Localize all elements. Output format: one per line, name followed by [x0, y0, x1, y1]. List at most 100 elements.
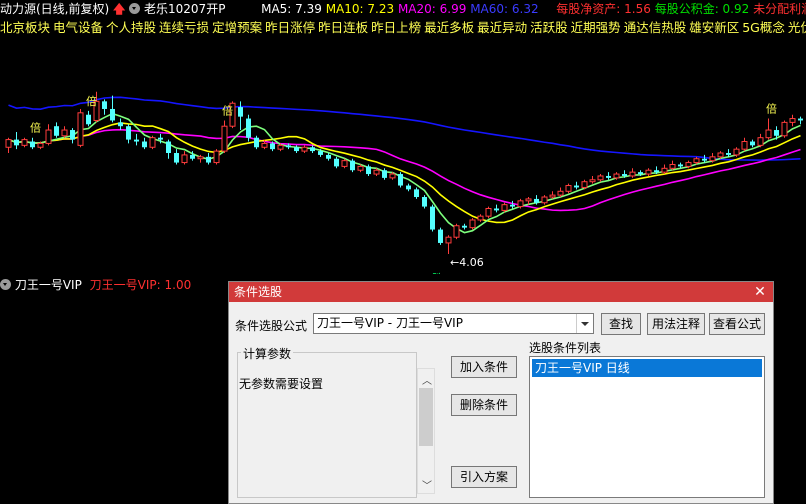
candle-body	[326, 154, 331, 159]
candle-body	[61, 129, 68, 137]
candle-body	[246, 118, 251, 138]
indicator-value: 刀王一号VIP: 1.00	[89, 278, 192, 292]
candle-body	[549, 194, 556, 198]
sector-tag[interactable]: 最近多板	[424, 20, 474, 35]
close-icon[interactable]: ✕	[747, 282, 773, 302]
candle-body	[422, 197, 427, 207]
ma20-readout: MA20: 6.99	[397, 2, 467, 16]
candle-body	[158, 137, 163, 140]
dropdown-icon[interactable]	[129, 3, 141, 14]
sector-tag[interactable]: 活跃股	[530, 20, 568, 35]
candle-body	[221, 125, 228, 152]
candle-body	[197, 156, 204, 160]
signal-marker: 倍	[86, 94, 97, 108]
candle-body	[5, 139, 12, 148]
candle-body	[54, 126, 59, 136]
candle-body	[350, 160, 355, 171]
params-group	[237, 352, 417, 498]
view-formula-button[interactable]: 查看公式	[709, 313, 765, 335]
sector-tag[interactable]: 连续亏损	[159, 20, 209, 35]
candle-body	[606, 175, 611, 178]
ma60-readout: MA60: 6.32	[470, 2, 539, 16]
list-item[interactable]: 刀王一号VIP 日线	[532, 359, 762, 377]
candle-body	[510, 204, 515, 207]
candle-body	[310, 147, 315, 152]
candle-body	[638, 172, 643, 175]
indicator-name: 刀王一号VIP	[14, 278, 82, 292]
sector-tag[interactable]: 电气设备	[53, 20, 103, 35]
sector-tag[interactable]: 个人持股	[106, 20, 156, 35]
candle-body	[741, 141, 748, 150]
sector-tag[interactable]: 昨日涨停	[265, 20, 315, 35]
sector-tag[interactable]: 5G概念	[742, 20, 785, 35]
candle-body	[406, 185, 411, 190]
formula-select[interactable]: 刀王一号VIP - 刀王一号VIP	[313, 313, 594, 334]
candle-body	[622, 174, 627, 176]
candle-body	[685, 162, 692, 167]
search-button[interactable]: 查找	[601, 313, 641, 335]
sector-tag[interactable]: 定增预案	[212, 20, 262, 35]
candle-body	[118, 122, 123, 127]
add-condition-button[interactable]: 加入条件	[451, 356, 517, 378]
ma5-readout: MA5: 7.39	[261, 2, 322, 16]
candle-body	[21, 139, 28, 146]
candle-body	[789, 118, 796, 123]
sector-tag[interactable]: 昨日上榜	[371, 20, 421, 35]
candle-body	[501, 204, 508, 211]
ma20-line	[8, 128, 801, 212]
ma10-readout: MA10: 7.23	[325, 2, 395, 16]
drop-marker: 跌	[432, 271, 443, 274]
candle-body	[469, 219, 476, 229]
candle-body	[142, 141, 147, 148]
reserve-readout: 每股公积金: 0.92	[654, 2, 750, 16]
candle-body	[781, 121, 788, 137]
sector-tag[interactable]: 光伏	[788, 20, 806, 35]
chevron-down-icon[interactable]	[576, 314, 593, 333]
candle-body	[757, 137, 764, 146]
candle-body	[238, 107, 243, 117]
sector-tag[interactable]: 北京板块	[0, 20, 50, 35]
params-scrollbar[interactable]: ︿ ﹀	[417, 368, 435, 494]
candle-body	[190, 154, 195, 159]
candle-body	[166, 141, 171, 153]
signal-marker: 倍	[222, 103, 233, 117]
candle-body	[726, 153, 731, 155]
sector-tags: 北京板块 电气设备 个人持股 连续亏损 定增预案 昨日涨停 昨日连板 昨日上榜 最近多板 最近异动…	[0, 19, 806, 37]
sector-tag[interactable]: 通达信热股	[624, 20, 687, 35]
sector-tag[interactable]: 雄安新区	[689, 20, 739, 35]
candle-body	[174, 153, 179, 163]
candlestick-chart[interactable]: 倍倍倍倍←4.06跌	[0, 36, 806, 274]
condition-list[interactable]: 刀王一号VIP 日线	[529, 356, 765, 498]
formula-label: 条件选股公式	[235, 319, 308, 333]
sector-tag[interactable]: 最近异动	[477, 20, 527, 35]
candle-body	[414, 189, 419, 198]
candle-body	[613, 173, 620, 179]
candle-body	[517, 200, 524, 208]
sector-tag[interactable]: 昨日连板	[318, 20, 368, 35]
candle-body	[373, 169, 380, 175]
scroll-thumb[interactable]	[419, 388, 433, 446]
candle-body	[30, 141, 35, 148]
candle-body	[477, 215, 484, 221]
candle-body	[525, 198, 532, 202]
candle-body	[750, 141, 755, 146]
chevron-up-icon[interactable]: ︿	[422, 372, 432, 387]
profit-readout: 未分配利润: -0.40	[753, 2, 806, 16]
dropdown-icon[interactable]	[0, 279, 11, 290]
candle-body	[357, 165, 364, 171]
candle-body	[733, 148, 740, 156]
chevron-down-icon[interactable]: ﹀	[422, 477, 432, 492]
candle-body	[341, 160, 348, 167]
chart-title: 动力源(日线,前复权)	[0, 2, 110, 16]
chart-info-bar: 动力源(日线,前复权) 🡅 老乐10207开P MA5: 7.39 MA10: …	[0, 0, 806, 18]
delete-condition-button[interactable]: 删除条件	[451, 394, 517, 416]
sector-tag[interactable]: 近期强势	[571, 20, 621, 35]
candle-body	[654, 170, 659, 173]
dialog-titlebar[interactable]: 条件选股 ✕	[229, 282, 773, 302]
candle-body	[485, 208, 492, 217]
import-scheme-button[interactable]: 引入方案	[451, 466, 517, 488]
candle-body	[86, 114, 91, 125]
usage-notes-button[interactable]: 用法注释	[647, 313, 705, 335]
candle-body	[45, 129, 52, 144]
candle-body	[669, 163, 676, 169]
